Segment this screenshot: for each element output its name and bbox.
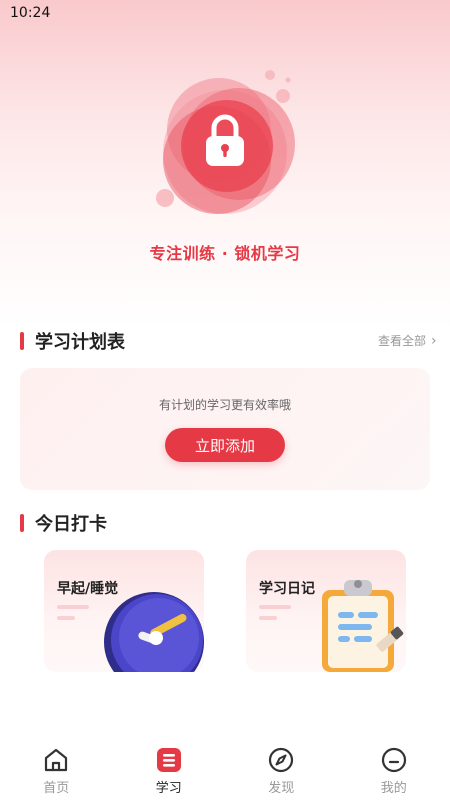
checkin-section-title: 今日打卡 [35,514,107,535]
decorative-line [259,616,277,620]
plan-section-header: 学习计划表 [20,330,125,353]
tab-label: 我的 [380,781,407,796]
home-icon [45,748,68,772]
slogan-text: 专注训练 · 锁机学习 [149,244,301,263]
clipboard-icon [322,580,404,672]
tab-discover[interactable]: 发现 [225,738,338,800]
chevron-right-icon: › [431,332,437,349]
clock-icon [104,592,204,672]
section-accent-bar [20,514,24,532]
view-all-label: 查看全部 [378,334,427,348]
plan-empty-card: 有计划的学习更有效率哦 立即添加 [20,368,430,490]
compass-icon [269,747,294,773]
tab-home[interactable]: 首页 [0,738,113,800]
checkin-card-title: 学习日记 [259,581,315,597]
tab-study[interactable]: 学习 [113,738,226,800]
tab-label: 学习 [155,781,182,796]
bottom-tab-bar: 首页 学习 发现 我的 [0,738,450,800]
tab-profile[interactable]: 我的 [338,738,450,800]
hero-banner [0,60,450,260]
study-icon [156,748,181,772]
tab-label: 首页 [43,781,70,796]
lock-icon [156,70,295,214]
decorative-line [57,616,75,620]
decorative-line [259,605,291,609]
status-bar: 10:24 [0,0,450,26]
plan-empty-hint: 有计划的学习更有效率哦 [158,398,291,412]
profile-icon [381,747,406,773]
checkin-card-diary[interactable]: 学习日记 [246,550,406,672]
plan-section-title: 学习计划表 [35,332,125,353]
checkin-card-sleep[interactable]: 早起/睡觉 [44,550,204,672]
view-all-link[interactable]: 查看全部 › [378,332,437,349]
add-plan-button[interactable]: 立即添加 [165,428,285,462]
decorative-line [57,605,89,609]
status-time: 10:24 [10,5,51,21]
section-accent-bar [20,332,24,350]
tab-label: 发现 [268,781,295,796]
checkin-section-header: 今日打卡 [20,512,107,535]
